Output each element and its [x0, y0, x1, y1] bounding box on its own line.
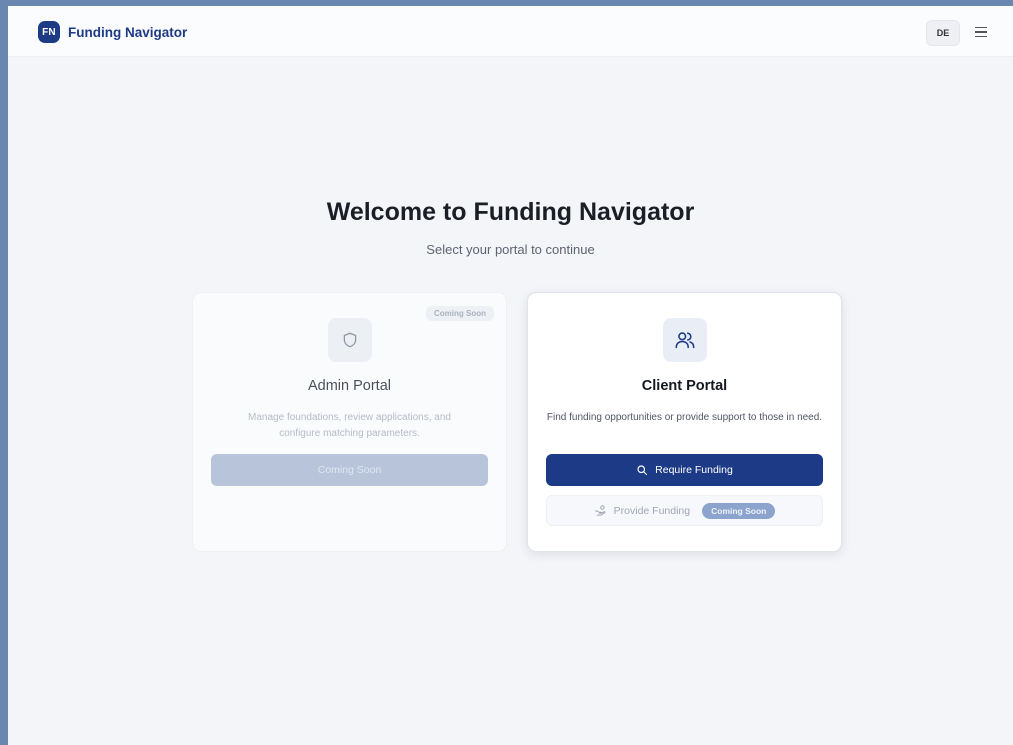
admin-portal-description: Manage foundations, review applications,…: [248, 412, 451, 439]
search-icon: [636, 464, 655, 476]
client-portal-icon-box: [662, 318, 707, 362]
client-portal-title: Client Portal: [641, 378, 728, 394]
hand-coins-icon: [594, 504, 607, 517]
shield-icon: [341, 330, 359, 350]
language-switch-button[interactable]: DE: [926, 20, 960, 46]
require-funding-button[interactable]: Require Funding: [546, 454, 823, 486]
page-subtitle: Select your portal to continue: [426, 242, 595, 257]
client-portal-card: Client Portal Find funding opportunities…: [527, 292, 842, 552]
provide-funding-button: Provide Funding Coming Soon: [546, 495, 823, 526]
top-navigation-bar: FN Funding Navigator DE: [8, 6, 1013, 57]
client-portal-description: Find funding opportunities or provide su…: [546, 412, 823, 423]
app-name: Funding Navigator: [68, 24, 188, 40]
coming-soon-badge: Coming Soon: [426, 306, 494, 321]
admin-portal-icon-box: [327, 318, 372, 362]
admin-coming-soon-button: Coming Soon: [211, 454, 488, 486]
brand[interactable]: FN Funding Navigator: [38, 21, 187, 43]
admin-portal-title: Admin Portal: [307, 378, 391, 394]
admin-portal-card: Coming Soon Admin Portal Manage foundati…: [192, 292, 507, 552]
page-title: Welcome to Funding Navigator: [326, 198, 695, 226]
provide-funding-label: Provide Funding: [613, 504, 691, 517]
menu-icon[interactable]: [974, 25, 988, 39]
coming-soon-badge: Coming Soon: [702, 502, 776, 519]
require-funding-label: Require Funding: [655, 464, 733, 476]
app-window: FN Funding Navigator DE Welcome to Fundi…: [8, 6, 1013, 745]
users-icon: [674, 329, 696, 351]
brand-logo: FN: [38, 21, 60, 43]
